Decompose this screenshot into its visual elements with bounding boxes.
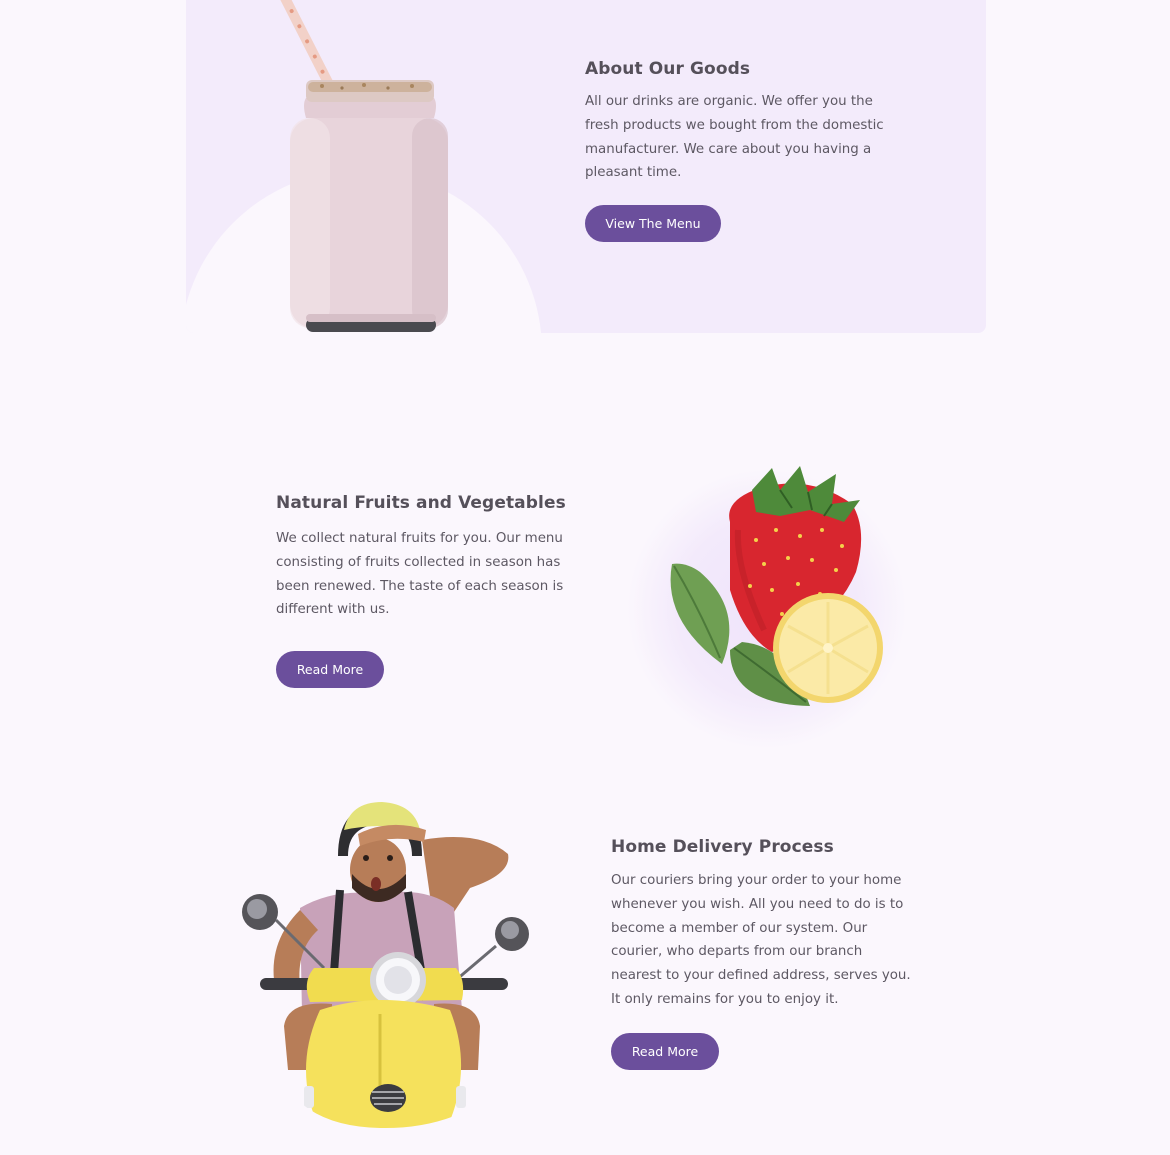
delivery-description: Our couriers bring your order to your ho… (611, 873, 911, 1007)
delivery-text-block: Home Delivery Process Our couriers bring… (611, 837, 921, 1012)
view-menu-button[interactable]: View The Menu (585, 205, 721, 242)
about-title: About Our Goods (585, 59, 751, 79)
strawberry-lemon-image (660, 460, 890, 710)
scooter-courier-image (230, 800, 536, 1130)
delivery-title: Home Delivery Process (611, 837, 834, 857)
smoothie-jar-image (262, 0, 482, 336)
delivery-read-more-button[interactable]: Read More (611, 1033, 719, 1070)
page: About Our Goods All our drinks are organ… (0, 0, 1170, 1155)
about-description: All our drinks are organic. We offer you… (585, 94, 884, 181)
fruits-read-more-button[interactable]: Read More (276, 651, 384, 688)
fruits-description: We collect natural fruits for you. Our m… (276, 531, 564, 618)
fruits-text-block: Natural Fruits and Vegetables We collect… (276, 493, 576, 622)
fruits-title: Natural Fruits and Vegetables (276, 493, 566, 513)
